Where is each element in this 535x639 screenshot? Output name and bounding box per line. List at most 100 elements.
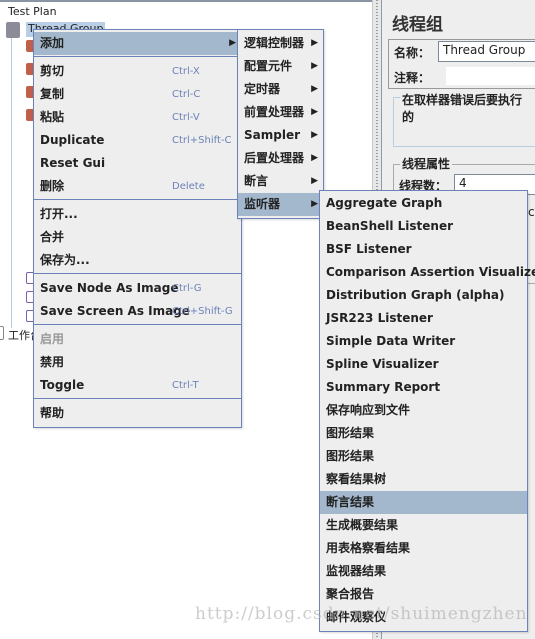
submenu-item[interactable]: JSR223 Listener bbox=[320, 307, 527, 330]
error-action-label: 在取样器错误后要执行的 bbox=[400, 91, 535, 125]
chevron-right-icon: ▶ bbox=[311, 176, 318, 186]
chevron-right-icon: ▶ bbox=[311, 61, 318, 71]
menu-item-copy[interactable]: 复制 Ctrl-C bbox=[34, 83, 241, 106]
submenu-item[interactable]: 后置处理器 ▶ bbox=[238, 147, 323, 170]
submenu-item[interactable]: 保存响应到文件 bbox=[320, 399, 527, 422]
submenu-item[interactable]: 配置元件 ▶ bbox=[238, 55, 323, 78]
submenu-item[interactable]: 断言结果 bbox=[320, 491, 527, 514]
name-label: 名称： bbox=[394, 46, 431, 60]
tree-line bbox=[11, 28, 12, 328]
comment-label: 注释： bbox=[394, 71, 431, 85]
menu-label: Reset Gui bbox=[40, 156, 106, 170]
menu-label: 打开... bbox=[40, 207, 78, 221]
panel-title: 线程组 bbox=[392, 15, 443, 35]
menu-label: 断言结果 bbox=[326, 495, 375, 509]
submenu-item[interactable]: 图形结果 bbox=[320, 445, 527, 468]
menu-item-paste[interactable]: 粘贴 Ctrl-V bbox=[34, 106, 241, 129]
menu-label: 图形结果 bbox=[326, 426, 375, 440]
menu-item-enable: 启用 bbox=[34, 328, 241, 351]
listener-submenu: Aggregate Graph BeanShell Listener BSF Lis… bbox=[319, 190, 535, 632]
menu-label: 剪切 bbox=[40, 64, 65, 78]
name-field[interactable]: Thread Group bbox=[438, 41, 535, 62]
comment-field[interactable] bbox=[446, 67, 535, 85]
chevron-right-icon: ▶ bbox=[311, 199, 318, 209]
chevron-right-icon: ▶ bbox=[311, 107, 318, 117]
menu-label: 生成概要结果 bbox=[326, 518, 399, 532]
menu-label: Duplicate bbox=[40, 133, 105, 147]
tree-node-test-plan[interactable]: Test Plan bbox=[8, 5, 57, 18]
menu-label: 复制 bbox=[40, 87, 65, 101]
menu-label: 合并 bbox=[40, 230, 65, 244]
menu-label: Simple Data Writer bbox=[326, 334, 456, 348]
submenu-item[interactable]: Aggregate Graph bbox=[320, 192, 527, 215]
workbench-icon bbox=[0, 326, 4, 340]
submenu-item[interactable]: 生成概要结果 bbox=[320, 514, 527, 537]
menu-label: Spline Visualizer bbox=[326, 357, 439, 371]
submenu-item[interactable]: 邮件观察仪 bbox=[320, 606, 527, 629]
menu-label: Save Node As Image bbox=[40, 281, 179, 295]
submenu-item[interactable]: Simple Data Writer bbox=[320, 330, 527, 353]
menu-item-reset-gui[interactable]: Reset Gui bbox=[34, 152, 241, 175]
menu-label: BSF Listener bbox=[326, 242, 412, 256]
submenu-item[interactable]: 察看结果树 bbox=[320, 468, 527, 491]
menu-label: 配置元件 bbox=[244, 59, 293, 73]
submenu-item[interactable]: 断言 ▶ bbox=[238, 170, 323, 193]
shortcut: Delete bbox=[172, 181, 205, 192]
menu-label: 前置处理器 bbox=[244, 105, 305, 119]
menu-item-add[interactable]: 添加 ▶ bbox=[34, 32, 241, 55]
menu-label: Save Screen As Image bbox=[40, 304, 190, 318]
menu-item-toggle[interactable]: Toggle Ctrl-T bbox=[34, 374, 241, 397]
submenu-item[interactable]: 图形结果 bbox=[320, 422, 527, 445]
menu-item-cut[interactable]: 剪切 Ctrl-X bbox=[34, 60, 241, 83]
submenu-item[interactable]: 用表格察看结果 bbox=[320, 537, 527, 560]
menu-item-duplicate[interactable]: Duplicate Ctrl+Shift-C bbox=[34, 129, 241, 152]
submenu-item[interactable]: Comparison Assertion Visualizer bbox=[320, 261, 535, 284]
menu-item-help[interactable]: 帮助 bbox=[34, 402, 241, 425]
menu-item-disable[interactable]: 禁用 bbox=[34, 351, 241, 374]
menu-label: 保存响应到文件 bbox=[326, 403, 411, 417]
menu-label: 帮助 bbox=[40, 406, 65, 420]
submenu-item[interactable]: 逻辑控制器 ▶ bbox=[238, 32, 323, 55]
menu-item-merge[interactable]: 合并 bbox=[34, 226, 241, 249]
submenu-item[interactable]: Summary Report bbox=[320, 376, 527, 399]
menu-label: Toggle bbox=[40, 378, 85, 392]
menu-item-save-screen-image[interactable]: Save Screen As Image Ctrl+Shift-G bbox=[34, 300, 241, 323]
submenu-item[interactable]: BSF Listener bbox=[320, 238, 527, 261]
shortcut: Ctrl-T bbox=[172, 380, 199, 391]
submenu-item[interactable]: Distribution Graph (alpha) bbox=[320, 284, 527, 307]
chevron-right-icon: ▶ bbox=[311, 130, 318, 140]
menu-item-open[interactable]: 打开... bbox=[34, 203, 241, 226]
submenu-item[interactable]: 聚合报告 bbox=[320, 583, 527, 606]
menu-label: 聚合报告 bbox=[326, 587, 375, 601]
menu-label: JSR223 Listener bbox=[326, 311, 433, 325]
submenu-item[interactable]: Sampler ▶ bbox=[238, 124, 323, 147]
chevron-right-icon: ▶ bbox=[229, 38, 236, 48]
submenu-item[interactable]: 定时器 ▶ bbox=[238, 78, 323, 101]
menu-label: 后置处理器 bbox=[244, 151, 305, 165]
chevron-right-icon: ▶ bbox=[311, 84, 318, 94]
menu-item-save-node-image[interactable]: Save Node As Image Ctrl-G bbox=[34, 277, 241, 300]
menu-label: 保存为... bbox=[40, 253, 90, 267]
menu-label: Distribution Graph (alpha) bbox=[326, 288, 505, 302]
menu-label: Comparison Assertion Visualizer bbox=[326, 265, 535, 279]
submenu-item[interactable]: 监听器 ▶ bbox=[238, 193, 323, 216]
shortcut: Ctrl+Shift-G bbox=[172, 306, 233, 317]
submenu-item[interactable]: Spline Visualizer bbox=[320, 353, 527, 376]
menu-item-delete[interactable]: 删除 Delete bbox=[34, 175, 241, 198]
submenu-item[interactable]: 前置处理器 ▶ bbox=[238, 101, 323, 124]
chevron-right-icon: ▶ bbox=[311, 38, 318, 48]
menu-label: 粘贴 bbox=[40, 110, 65, 124]
menu-label: 监视器结果 bbox=[326, 564, 387, 578]
submenu-item[interactable]: 监视器结果 bbox=[320, 560, 527, 583]
submenu-item[interactable]: BeanShell Listener bbox=[320, 215, 527, 238]
menu-label: Aggregate Graph bbox=[326, 196, 443, 210]
partial-label: co bbox=[528, 205, 535, 219]
menu-label: BeanShell Listener bbox=[326, 219, 454, 233]
menu-label: Sampler bbox=[244, 128, 301, 142]
menu-item-save-as[interactable]: 保存为... bbox=[34, 249, 241, 272]
shortcut: Ctrl-X bbox=[172, 66, 200, 77]
menu-label: 断言 bbox=[244, 174, 269, 188]
shortcut: Ctrl-V bbox=[172, 112, 200, 123]
menu-label: 逻辑控制器 bbox=[244, 36, 305, 50]
context-menu: 添加 ▶ 剪切 Ctrl-X 复制 Ctrl-C 粘贴 Ctrl-V Duplicate… bbox=[33, 29, 242, 428]
